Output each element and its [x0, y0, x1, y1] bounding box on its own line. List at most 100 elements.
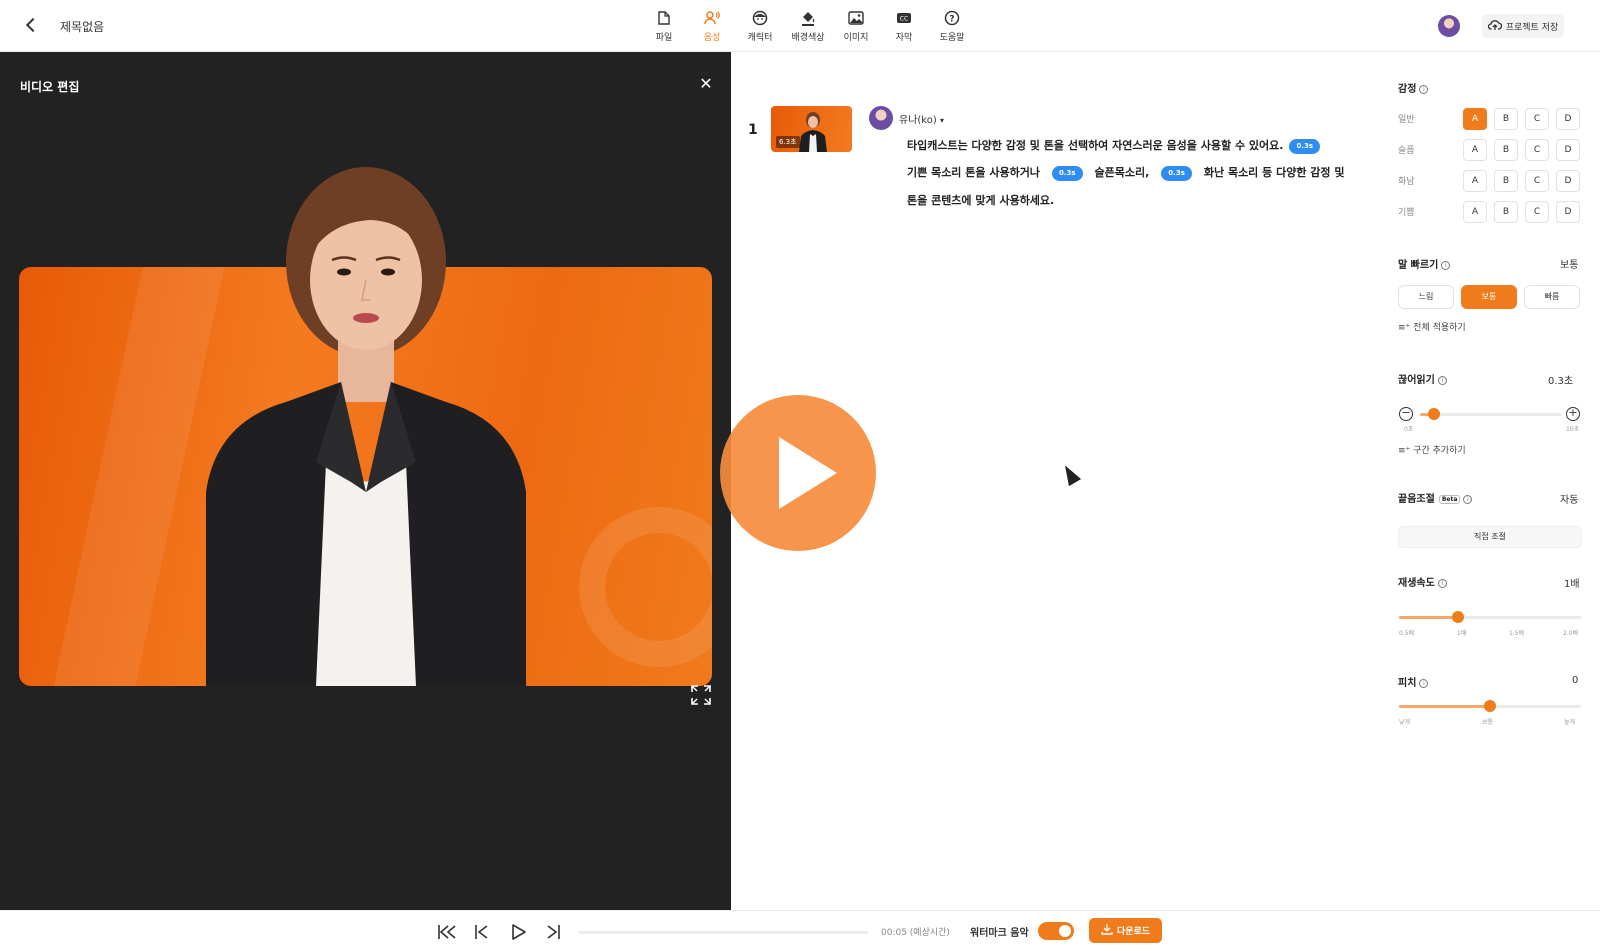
emotion-happy-b[interactable]: B	[1494, 201, 1518, 223]
save-project-button[interactable]: 프로젝트 저장	[1482, 14, 1564, 38]
info-icon[interactable]: i	[1419, 85, 1429, 94]
info-icon[interactable]: i	[1437, 376, 1447, 385]
scene-thumbnail[interactable]: 6.3초	[771, 106, 852, 152]
tool-file[interactable]: 파일	[640, 8, 688, 46]
download-button[interactable]: 다운로드	[1089, 918, 1162, 943]
tool-voice[interactable]: 음성	[688, 8, 736, 46]
playback-tick: 1배	[1457, 630, 1467, 637]
help-icon: ?	[944, 10, 960, 26]
info-icon[interactable]: i	[1419, 679, 1429, 688]
script-line-3[interactable]: 톤을 콘텐츠에 맞게 사용하세요.	[907, 192, 1054, 208]
tool-help-label: 도움말	[939, 33, 965, 43]
info-icon[interactable]: i	[1441, 261, 1451, 270]
emotion-angry-b[interactable]: B	[1494, 170, 1518, 192]
pitch-tick: 낮게	[1399, 719, 1411, 726]
playback-speed-knob[interactable]	[1452, 611, 1465, 623]
emotion-normal-b[interactable]: B	[1494, 108, 1518, 130]
playback-speed-value: 1배	[1564, 579, 1580, 590]
pause-min-tick: 0초	[1404, 426, 1414, 433]
playback-speed-track[interactable]	[1399, 616, 1581, 619]
fullscreen-icon[interactable]	[690, 684, 712, 706]
speed-normal-button[interactable]: 보통	[1461, 285, 1517, 309]
pause-chip[interactable]: 0.3s	[1289, 138, 1321, 154]
pause-value[interactable]: 0.3초	[1548, 372, 1573, 387]
skip-to-start-icon[interactable]	[436, 922, 458, 942]
pause-slider-knob[interactable]	[1428, 408, 1441, 420]
manual-trim-button[interactable]: 직접 조절	[1398, 526, 1582, 548]
scene-duration: 6.3초	[776, 136, 800, 148]
tool-caption[interactable]: CC 자막	[880, 8, 928, 46]
apply-all-link[interactable]: ≡⁺ 전체 적용하기	[1398, 320, 1466, 333]
trim-value: 자동	[1560, 495, 1579, 506]
emotion-angry-a[interactable]: A	[1463, 170, 1487, 192]
image-icon	[848, 10, 864, 26]
emotion-sad-b[interactable]: B	[1494, 139, 1518, 161]
pause-label: 끊어읽기 i	[1398, 371, 1447, 386]
emotion-angry-c[interactable]: C	[1525, 170, 1549, 192]
emotion-angry-d[interactable]: D	[1556, 170, 1580, 192]
tool-image-label: 이미지	[843, 33, 869, 43]
emotion-sad-d[interactable]: D	[1556, 139, 1580, 161]
info-icon[interactable]: i	[1437, 579, 1447, 588]
tool-background-label: 배경색상	[791, 33, 825, 43]
playback-tick: 2.0배	[1563, 630, 1579, 637]
emotion-happy-d[interactable]: D	[1556, 201, 1580, 223]
info-icon[interactable]: i	[1463, 495, 1473, 504]
voice-avatar[interactable]	[869, 106, 893, 130]
list-apply-icon: ≡⁺	[1398, 323, 1411, 333]
emotion-happy-c[interactable]: C	[1525, 201, 1549, 223]
pause-chip[interactable]: 0.3s	[1161, 165, 1192, 181]
emotion-happy-a[interactable]: A	[1463, 201, 1487, 223]
emotion-normal-c[interactable]: C	[1525, 108, 1549, 130]
emotion-sad-c[interactable]: C	[1525, 139, 1549, 161]
play-overlay-button[interactable]	[720, 395, 876, 551]
script-text: 슬픈목소리,	[1094, 166, 1150, 179]
script-line-2[interactable]: 기쁜 목소리 톤을 사용하거나 0.3s 슬픈목소리, 0.3s 화난 목소리 등 다양…	[907, 164, 1344, 181]
script-text: 기쁜 목소리 톤을 사용하거나	[907, 166, 1040, 179]
beta-badge: Beta	[1438, 495, 1461, 504]
play-icon[interactable]	[507, 922, 529, 942]
speed-slow-button[interactable]: 느림	[1398, 285, 1454, 309]
tool-help[interactable]: ? 도움말	[928, 8, 976, 46]
script-line-1[interactable]: 타입캐스트는 다양한 감정 및 톤을 선택하여 자연스러운 음성을 사용할 수 …	[907, 137, 1326, 154]
tool-caption-label: 자막	[895, 33, 913, 43]
tool-image[interactable]: 이미지	[832, 8, 880, 46]
list-add-icon: ≡⁺	[1398, 446, 1411, 456]
minus-circle-icon[interactable]: −	[1399, 407, 1413, 421]
trim-label: 끝음조절 Beta i	[1398, 490, 1473, 505]
pause-slider-track[interactable]	[1420, 413, 1562, 416]
emotion-normal-d[interactable]: D	[1556, 108, 1580, 130]
emotion-normal-a[interactable]: A	[1463, 108, 1487, 130]
add-section-link[interactable]: ≡⁺ 구간 추가하기	[1398, 443, 1466, 456]
playback-tick: 0.5배	[1399, 630, 1415, 637]
voice-selector[interactable]: 유나(ko) ▾	[899, 111, 944, 126]
profile-avatar[interactable]	[1438, 15, 1460, 37]
next-icon[interactable]	[542, 922, 564, 942]
presenter-character	[206, 167, 526, 686]
panel-title: 비디오 편집	[20, 80, 80, 94]
close-icon[interactable]: ✕	[698, 76, 714, 92]
pitch-value: 0	[1572, 675, 1579, 686]
save-project-label: 프로젝트 저장	[1505, 22, 1559, 33]
tool-character-label: 캐릭터	[747, 33, 773, 43]
video-edit-panel: 비디오 편집 ✕	[0, 52, 731, 910]
plus-circle-icon[interactable]: +	[1566, 407, 1580, 421]
toolbar: 파일 음성 캐릭터 배경색상 이미지 CC 자막 ? 도움말	[640, 8, 976, 46]
app-window: 제목없음 파일 음성 캐릭터 배경색상 이미지 CC 자막 ? 도움말 프로젝트…	[0, 0, 1600, 951]
watermark-music-toggle[interactable]	[1038, 922, 1074, 940]
emotion-sad-a[interactable]: A	[1463, 139, 1487, 161]
tool-character[interactable]: 캐릭터	[736, 8, 784, 46]
speed-fast-button[interactable]: 빠름	[1524, 285, 1580, 309]
timeline-track[interactable]	[578, 931, 868, 934]
project-title[interactable]: 제목없음	[60, 18, 104, 35]
tool-background[interactable]: 배경색상	[784, 8, 832, 46]
back-arrow-icon[interactable]	[22, 16, 42, 36]
pause-chip[interactable]: 0.3s	[1051, 165, 1083, 181]
previous-icon[interactable]	[471, 922, 493, 942]
script-text: 타입캐스트는 다양한 감정 및 톤을 선택하여 자연스러운 음성을 사용할 수 …	[907, 139, 1284, 152]
file-icon	[656, 10, 672, 26]
download-icon	[1101, 923, 1113, 938]
tool-voice-label: 음성	[703, 33, 721, 43]
watermark-music-label: 워터마크 음악	[970, 928, 1029, 939]
pitch-knob[interactable]	[1484, 700, 1496, 712]
